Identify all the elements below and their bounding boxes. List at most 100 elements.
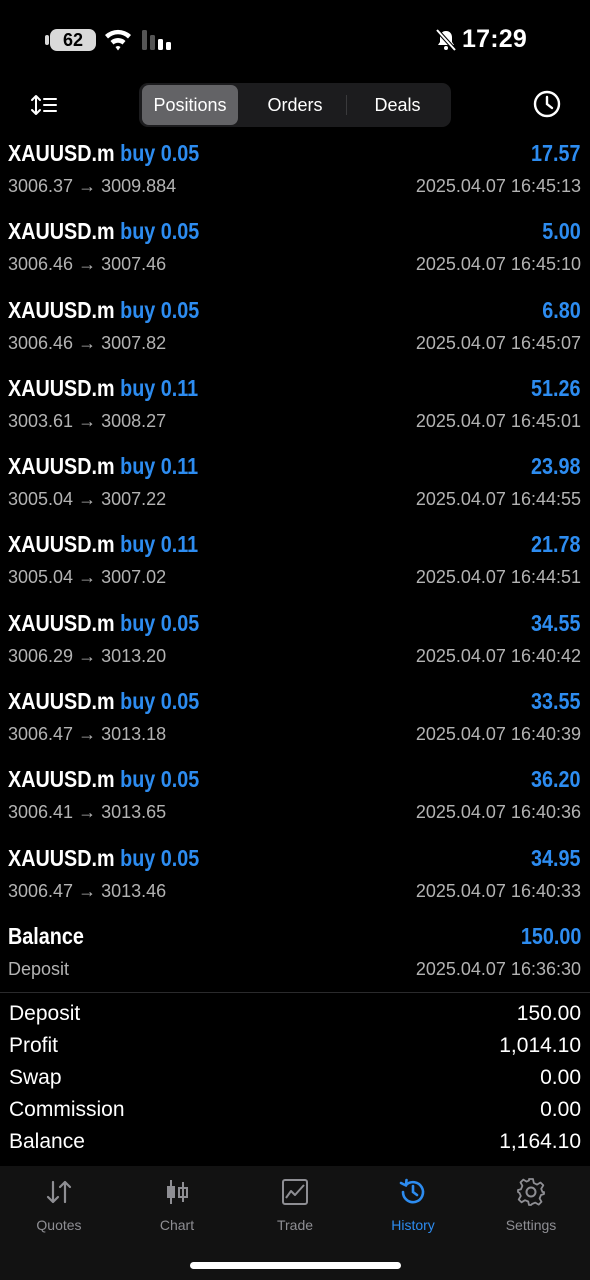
tab-deals[interactable]: Deals [347, 85, 448, 125]
deal-time: 2025.04.07 16:40:39 [415, 724, 581, 745]
summary-deposit: Deposit 150.00 [0, 1000, 590, 1032]
symbol: XAUUSD.m [8, 374, 115, 401]
deal-type-volume: buy 0.11 [120, 453, 199, 480]
sort-icon[interactable] [29, 90, 59, 120]
bell-muted-icon [435, 28, 457, 52]
tab-label: History [391, 1217, 435, 1233]
tab-label: Trade [276, 1217, 314, 1233]
gear-icon [517, 1178, 545, 1206]
summary-value: 0.00 [540, 1098, 581, 1121]
tab-label: Quotes [36, 1217, 82, 1233]
history-row[interactable]: XAUUSD.m buy 0.05 34.55 3006.29 → 3013.2… [0, 608, 590, 686]
deal-time: 2025.04.07 16:45:10 [415, 254, 581, 275]
price-range: 3006.47 → 3013.18 [8, 724, 167, 745]
tab-positions[interactable]: Positions [142, 85, 238, 125]
deal-time: 2025.04.07 16:40:33 [415, 880, 581, 901]
deal-type-volume: buy 0.11 [120, 531, 199, 558]
profit-value: 34.55 [531, 609, 581, 636]
quotes-arrows-icon [46, 1180, 72, 1204]
balance-row[interactable]: Balance 150.00 Deposit 2025.04.07 16:36:… [0, 921, 590, 999]
deal-type-volume: buy 0.11 [120, 374, 199, 401]
profit-value: 51.26 [531, 374, 581, 401]
symbol: XAUUSD.m [8, 609, 115, 636]
tab-chart[interactable]: Chart [118, 1176, 236, 1240]
balance-subtitle: Deposit [8, 959, 70, 979]
row-symbol-line: XAUUSD.m buy 0.05 [8, 845, 199, 872]
summary-value: 0.00 [540, 1066, 581, 1089]
battery-level: 62 [62, 30, 84, 50]
status-time: 17:29 [462, 25, 527, 53]
price-range: 3005.04 → 3007.22 [8, 489, 167, 510]
summary-label: Balance [9, 1130, 85, 1153]
symbol: XAUUSD.m [8, 140, 115, 166]
summary-balance: Balance 1,164.10 [0, 1128, 590, 1160]
clock-icon[interactable] [532, 89, 562, 119]
status-bar: 62 17:29 [0, 0, 590, 80]
deal-type-volume: buy 0.05 [120, 296, 200, 323]
summary-value: 1,164.10 [499, 1130, 581, 1153]
row-symbol-line: XAUUSD.m buy 0.05 [8, 610, 199, 637]
price-range: 3006.41 → 3013.65 [8, 802, 167, 823]
price-range: 3006.46 → 3007.82 [8, 332, 167, 353]
history-row[interactable]: XAUUSD.m buy 0.05 6.80 3006.46 → 3007.82… [0, 295, 590, 373]
deal-time: 2025.04.07 16:40:36 [415, 802, 581, 823]
profit-value: 6.80 [542, 296, 581, 323]
summary-label: Deposit [9, 1002, 81, 1025]
summary-value: 1,014.10 [499, 1034, 581, 1057]
tab-trade[interactable]: Trade [236, 1176, 354, 1240]
symbol: XAUUSD.m [8, 531, 115, 558]
symbol: XAUUSD.m [8, 766, 115, 793]
history-row[interactable]: XAUUSD.m buy 0.11 23.98 3005.04 → 3007.2… [0, 451, 590, 529]
summary-label: Commission [9, 1098, 125, 1121]
home-indicator [190, 1262, 401, 1269]
tab-quotes[interactable]: Quotes [0, 1176, 118, 1240]
deal-type-volume: buy 0.05 [120, 688, 200, 715]
balance-amount: 150.00 [520, 923, 581, 949]
symbol: XAUUSD.m [8, 453, 115, 480]
summary-value: 150.00 [516, 1002, 581, 1025]
symbol: XAUUSD.m [8, 218, 115, 245]
symbol: XAUUSD.m [8, 296, 115, 323]
battery-nub [45, 35, 49, 45]
summary-label: Profit [9, 1034, 59, 1057]
profit-value: 5.00 [542, 218, 581, 245]
symbol: XAUUSD.m [8, 688, 115, 715]
price-range: 3006.29 → 3013.20 [8, 645, 167, 666]
row-symbol-line: XAUUSD.m buy 0.11 [8, 375, 198, 402]
deal-time: 2025.04.07 16:45:01 [415, 410, 581, 431]
deal-type-volume: buy 0.05 [120, 140, 200, 166]
tab-settings[interactable]: Settings [472, 1176, 590, 1240]
history-row[interactable]: XAUUSD.m buy 0.11 51.26 3003.61 → 3008.2… [0, 373, 590, 451]
deal-type-volume: buy 0.05 [120, 218, 200, 245]
price-range: 3006.37 → 3009.884 [8, 176, 177, 196]
deal-type-volume: buy 0.05 [120, 766, 200, 793]
profit-value: 36.20 [531, 766, 581, 793]
profit-value: 33.55 [531, 688, 581, 715]
deal-time: 2025.04.07 16:45:07 [415, 332, 581, 353]
wifi-icon [105, 29, 131, 51]
deal-time: 2025.04.07 16:40:42 [415, 645, 581, 666]
candlestick-icon [167, 1180, 188, 1204]
row-symbol-line: XAUUSD.m buy 0.11 [8, 531, 198, 558]
history-list: XAUUSD.m buy 0.05 17.57 3006.37 → 3009.8… [0, 138, 590, 921]
profit-value: 23.98 [531, 453, 581, 480]
price-range: 3003.61 → 3008.27 [8, 410, 167, 431]
deal-time: 2025.04.07 16:45:13 [415, 176, 581, 196]
tab-orders[interactable]: Orders [243, 85, 347, 125]
history-row[interactable]: XAUUSD.m buy 0.05 17.57 3006.37 → 3009.8… [0, 138, 590, 216]
history-row[interactable]: XAUUSD.m buy 0.05 33.55 3006.47 → 3013.1… [0, 686, 590, 764]
profit-value: 17.57 [531, 140, 581, 166]
history-row[interactable]: XAUUSD.m buy 0.05 36.20 3006.41 → 3013.6… [0, 764, 590, 842]
history-row[interactable]: XAUUSD.m buy 0.05 5.00 3006.46 → 3007.46… [0, 216, 590, 294]
price-range: 3006.46 → 3007.46 [8, 254, 167, 275]
toolbar: Positions Orders Deals [0, 80, 590, 132]
row-symbol-line: XAUUSD.m buy 0.05 [8, 140, 199, 167]
tab-history[interactable]: History [354, 1176, 472, 1240]
history-row[interactable]: XAUUSD.m buy 0.11 21.78 3005.04 → 3007.0… [0, 529, 590, 607]
history-mode-segmented-control: Positions Orders Deals [139, 83, 451, 127]
summary-profit: Profit 1,014.10 [0, 1032, 590, 1064]
signal-icon [142, 30, 171, 50]
row-symbol-line: XAUUSD.m buy 0.05 [8, 766, 199, 793]
history-row[interactable]: XAUUSD.m buy 0.05 34.95 3006.47 → 3013.4… [0, 843, 590, 921]
row-symbol-line: XAUUSD.m buy 0.05 [8, 688, 199, 715]
